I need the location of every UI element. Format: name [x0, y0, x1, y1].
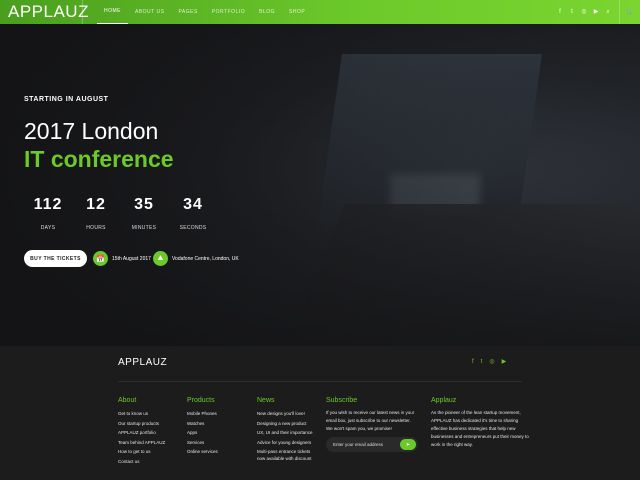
nav-item-pages[interactable]: PAGES: [171, 0, 204, 24]
footer-col-news: News New designs you'll love! Designing …: [257, 397, 313, 462]
youtube-icon[interactable]: ▶: [593, 9, 599, 15]
footer-col-about: About Get to know us Our startup product…: [118, 397, 165, 467]
event-venue: ⛰ Vodafone Centre, London, UK: [153, 251, 239, 266]
footer-col-heading: News: [257, 397, 275, 404]
countdown-minutes-label: MINUTES: [131, 225, 157, 231]
hero-kicker: STARTING IN AUGUST: [24, 96, 109, 103]
search-icon[interactable]: ⌕: [605, 9, 611, 15]
nav-item-portfolio[interactable]: PORTFOLIO: [205, 0, 252, 24]
footer-link[interactable]: Designing a new product: [257, 419, 313, 429]
buy-tickets-button[interactable]: BUY THE TICKETS: [24, 250, 87, 267]
footer-link[interactable]: Watches: [187, 419, 218, 429]
footer: [0, 346, 640, 480]
youtube-icon[interactable]: ▶: [502, 359, 507, 365]
hero-title-line1: 2017 London: [24, 118, 159, 144]
footer-link[interactable]: Services: [187, 438, 218, 448]
footer-col-subscribe: Subscribe If you wish to receive our lat…: [326, 397, 418, 452]
nav-item-home[interactable]: HOME: [97, 0, 128, 24]
footer-col-heading: Applauz: [431, 397, 457, 404]
countdown-minutes: 35 MINUTES: [120, 196, 168, 231]
nav-item-about-us[interactable]: ABOUT US: [128, 0, 171, 24]
hero-section: [0, 24, 640, 346]
facebook-icon[interactable]: f: [472, 359, 474, 365]
countdown-hours: 12 HOURS: [72, 196, 120, 231]
footer-link[interactable]: Team behind APPLAUZ: [118, 438, 165, 448]
location-icon: ⛰: [153, 251, 168, 266]
footer-link[interactable]: Multi-pass entrance tickets: [257, 448, 313, 455]
countdown-seconds: 34 SECONDS: [169, 196, 217, 231]
site-logo[interactable]: APPLAUZ: [0, 2, 88, 22]
twitter-icon[interactable]: t: [481, 359, 483, 365]
footer-col-heading: Products: [187, 397, 215, 404]
footer-link[interactable]: UX, UI and their importance: [257, 428, 313, 438]
event-date-text: 15th August 2017: [112, 255, 151, 262]
footer-link[interactable]: Get to know us: [118, 409, 165, 419]
footer-divider: [118, 381, 522, 382]
footer-link[interactable]: Apps: [187, 428, 218, 438]
footer-link[interactable]: New designs you'll love!: [257, 409, 313, 419]
footer-social-icons: f t ◎ ▶: [472, 359, 506, 365]
nav-item-shop[interactable]: SHOP: [282, 0, 312, 24]
footer-link[interactable]: Advice for young designers: [257, 438, 313, 448]
countdown-seconds-label: SECONDS: [179, 225, 207, 231]
calendar-icon: 📅: [93, 251, 108, 266]
twitter-icon[interactable]: t: [569, 9, 575, 15]
footer-col-heading: Subscribe: [326, 397, 358, 404]
footer-link[interactable]: APPLAUZ portfolio: [118, 428, 165, 438]
countdown-days-label: DAYS: [40, 225, 56, 231]
instagram-icon[interactable]: ◎: [581, 9, 587, 15]
countdown-hours-label: HOURS: [86, 225, 106, 231]
top-navbar: APPLAUZ HOME ABOUT US PAGES PORTFOLIO BL…: [0, 0, 640, 24]
subscribe-submit-button[interactable]: ➤: [400, 439, 416, 450]
footer-link[interactable]: Online services: [187, 447, 218, 457]
applauz-text: As the pioneer of the lean startup movem…: [431, 410, 529, 447]
footer-logo[interactable]: APPLAUZ: [118, 357, 167, 368]
footer-link[interactable]: Mobile Phones: [187, 409, 218, 419]
countdown-minutes-value: 35: [134, 196, 154, 213]
cart-icon[interactable]: 🛒: [626, 9, 633, 15]
footer-col-heading: About: [118, 397, 137, 404]
facebook-icon[interactable]: f: [557, 9, 563, 15]
top-icon-bar: f t ◎ ▶ ⌕ 🛒: [557, 0, 633, 24]
countdown-hours-value: 12: [86, 196, 106, 213]
subscribe-text: If you wish to receive our latest news i…: [326, 410, 415, 431]
footer-link[interactable]: How to get to us: [118, 447, 165, 457]
footer-col-products: Products Mobile Phones Watches Apps Serv…: [187, 397, 218, 457]
countdown-days: 112 DAYS: [24, 196, 72, 231]
instagram-icon[interactable]: ◎: [489, 359, 494, 365]
footer-link[interactable]: Contact us: [118, 457, 165, 467]
icon-divider: [619, 0, 620, 24]
email-field-wrapper: ➤: [326, 437, 418, 452]
hero-overlay: [0, 24, 640, 346]
footer-col-applauz: Applauz As the pioneer of the lean start…: [431, 397, 529, 449]
nav-item-blog[interactable]: BLOG: [252, 0, 282, 24]
footer-link[interactable]: Our startup products: [118, 419, 165, 429]
event-date: 📅 15th August 2017: [93, 251, 151, 266]
event-venue-text: Vodafone Centre, London, UK: [172, 255, 239, 262]
countdown-seconds-value: 34: [183, 196, 203, 213]
main-nav: HOME ABOUT US PAGES PORTFOLIO BLOG SHOP: [97, 0, 312, 24]
footer-link[interactable]: now available with discount: [257, 455, 313, 462]
countdown-days-value: 112: [33, 196, 63, 213]
nav-divider: [82, 0, 83, 24]
hero-title-line2: IT conference: [24, 146, 174, 172]
email-field[interactable]: [333, 442, 403, 447]
